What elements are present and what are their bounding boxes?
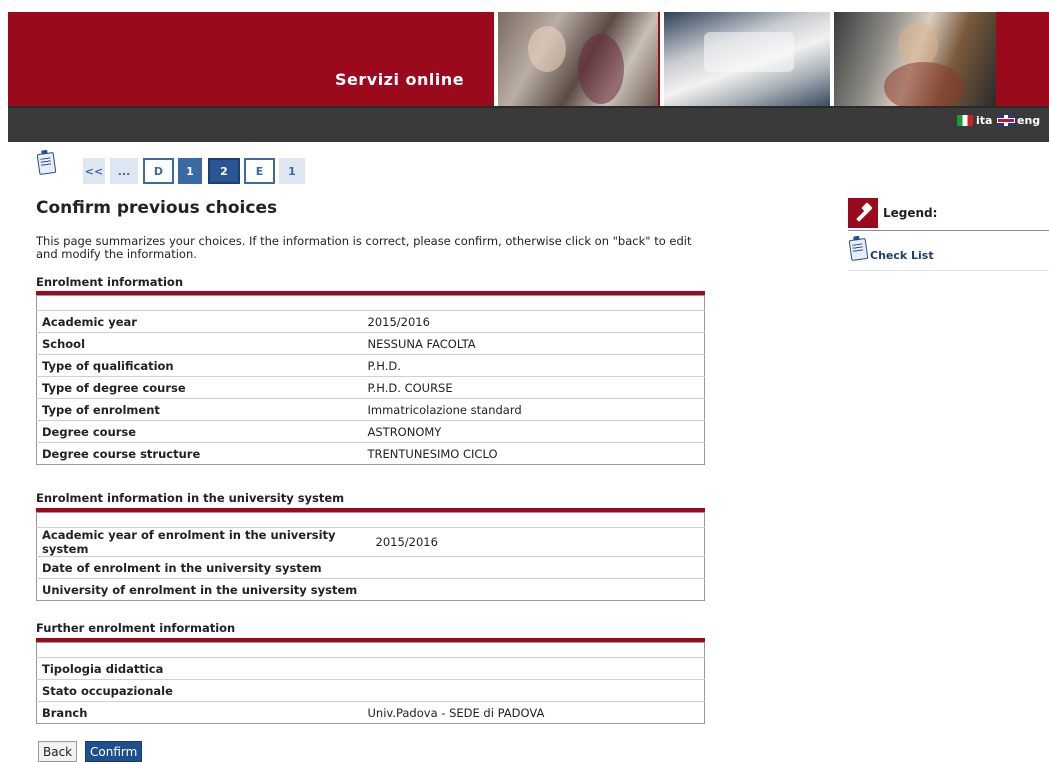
legend-item-label: Check List	[870, 249, 934, 262]
row-label: Stato occupazionale	[36, 679, 363, 702]
table-row: University of enrolment in the universit…	[36, 578, 705, 601]
confirm-button[interactable]: Confirm	[85, 741, 143, 762]
row-label: School	[36, 332, 363, 355]
row-label: Type of qualification	[36, 354, 363, 377]
table-row: Degree course structure TRENTUNESIMO CICL…	[36, 442, 705, 465]
further-info-table: Tipologia didattica Stato occupazionale …	[36, 642, 705, 724]
legend-item-check-list[interactable]: Check List	[848, 231, 1049, 271]
row-value	[362, 657, 705, 680]
table-row: Degree course ASTRONOMY	[36, 420, 705, 443]
legend-panel: Legend: Check List	[848, 196, 1049, 271]
row-value	[370, 556, 705, 579]
section-title-further: Further enrolment information	[36, 621, 236, 635]
row-value: 2015/2016	[370, 527, 705, 557]
row-label: Tipologia didattica	[36, 657, 363, 680]
site-header: Servizi online ita eng	[0, 0, 1049, 142]
brand-title: Servizi online	[335, 70, 465, 89]
row-label: Date of enrolment in the university syst…	[36, 556, 371, 579]
row-label: Academic year of enrolment in the univer…	[36, 527, 371, 557]
step-first-button[interactable]: <<	[83, 158, 105, 184]
row-value: TRENTUNESIMO CICLO	[362, 442, 705, 465]
check-list-icon	[848, 236, 870, 262]
table-row: Stato occupazionale	[36, 679, 705, 702]
lang-eng-label: eng	[1017, 114, 1041, 127]
row-value: P.H.D. COURSE	[362, 376, 705, 399]
row-label: Degree course	[36, 420, 363, 443]
flag-it-icon	[957, 115, 973, 126]
row-value: 2015/2016	[362, 310, 705, 333]
row-value: ASTRONOMY	[362, 420, 705, 443]
lang-ita-label: ita	[976, 114, 993, 127]
enrolment-info-table: Academic year 2015/2016 School NESSUNA FAC…	[36, 295, 705, 465]
row-label: Degree course structure	[36, 442, 363, 465]
page-intro: This page summarizes your choices. If th…	[36, 234, 692, 261]
check-list-icon[interactable]	[36, 150, 58, 176]
row-value: Immatricolazione standard	[362, 398, 705, 421]
step-navigator	[36, 150, 58, 176]
table-row: Branch Univ.Padova - SEDE di PADOVA	[36, 701, 705, 724]
lang-ita-link[interactable]: ita	[957, 114, 992, 127]
legend-header: Legend:	[848, 196, 1049, 231]
step-1-button[interactable]: 1	[178, 158, 202, 184]
row-label: Type of degree course	[36, 376, 363, 399]
table-row: Tipologia didattica	[36, 657, 705, 680]
table-row: Type of degree course P.H.D. COURSE	[36, 376, 705, 399]
row-value: NESSUNA FACOLTA	[362, 332, 705, 355]
section-title-university-system: Enrolment information in the university …	[36, 491, 345, 505]
legend-title: Legend:	[883, 206, 938, 220]
lang-eng-link[interactable]: eng	[998, 114, 1040, 127]
row-value: Univ.Padova - SEDE di PADOVA	[362, 701, 705, 724]
university-system-table: Academic year of enrolment in the univer…	[36, 512, 705, 601]
header-photo-blackboard	[830, 12, 996, 106]
row-value	[370, 578, 705, 601]
step-d-button[interactable]: D	[143, 158, 174, 184]
row-label: Type of enrolment	[36, 398, 363, 421]
table-row: School NESSUNA FACOLTA	[36, 332, 705, 355]
row-label: Branch	[36, 701, 363, 724]
row-value	[362, 679, 705, 702]
step-1-next-button[interactable]: 1	[279, 158, 305, 184]
row-label: University of enrolment in the universit…	[36, 578, 371, 601]
back-button[interactable]: Back	[38, 741, 78, 762]
header-dark-bar	[8, 106, 1049, 142]
page-title: Confirm previous choices	[36, 198, 278, 218]
step-2-current[interactable]: 2	[208, 158, 240, 184]
table-row: Type of enrolment Immatricolazione standa…	[36, 398, 705, 421]
table-row: Academic year 2015/2016	[36, 310, 705, 333]
header-photo-students	[494, 12, 658, 106]
table-row: Academic year of enrolment in the univer…	[36, 527, 705, 557]
row-label: Academic year	[36, 310, 363, 333]
step-e-button[interactable]: E	[244, 158, 275, 184]
flag-uk-icon	[998, 115, 1014, 126]
header-photo-papers	[660, 12, 830, 106]
table-row: Type of qualification P.H.D.	[36, 354, 705, 377]
table-row: Date of enrolment in the university syst…	[36, 556, 705, 579]
step-ellipsis[interactable]: ...	[110, 158, 138, 184]
section-title-enrolment: Enrolment information	[36, 275, 184, 289]
pin-icon	[848, 198, 878, 228]
row-value: P.H.D.	[362, 354, 705, 377]
